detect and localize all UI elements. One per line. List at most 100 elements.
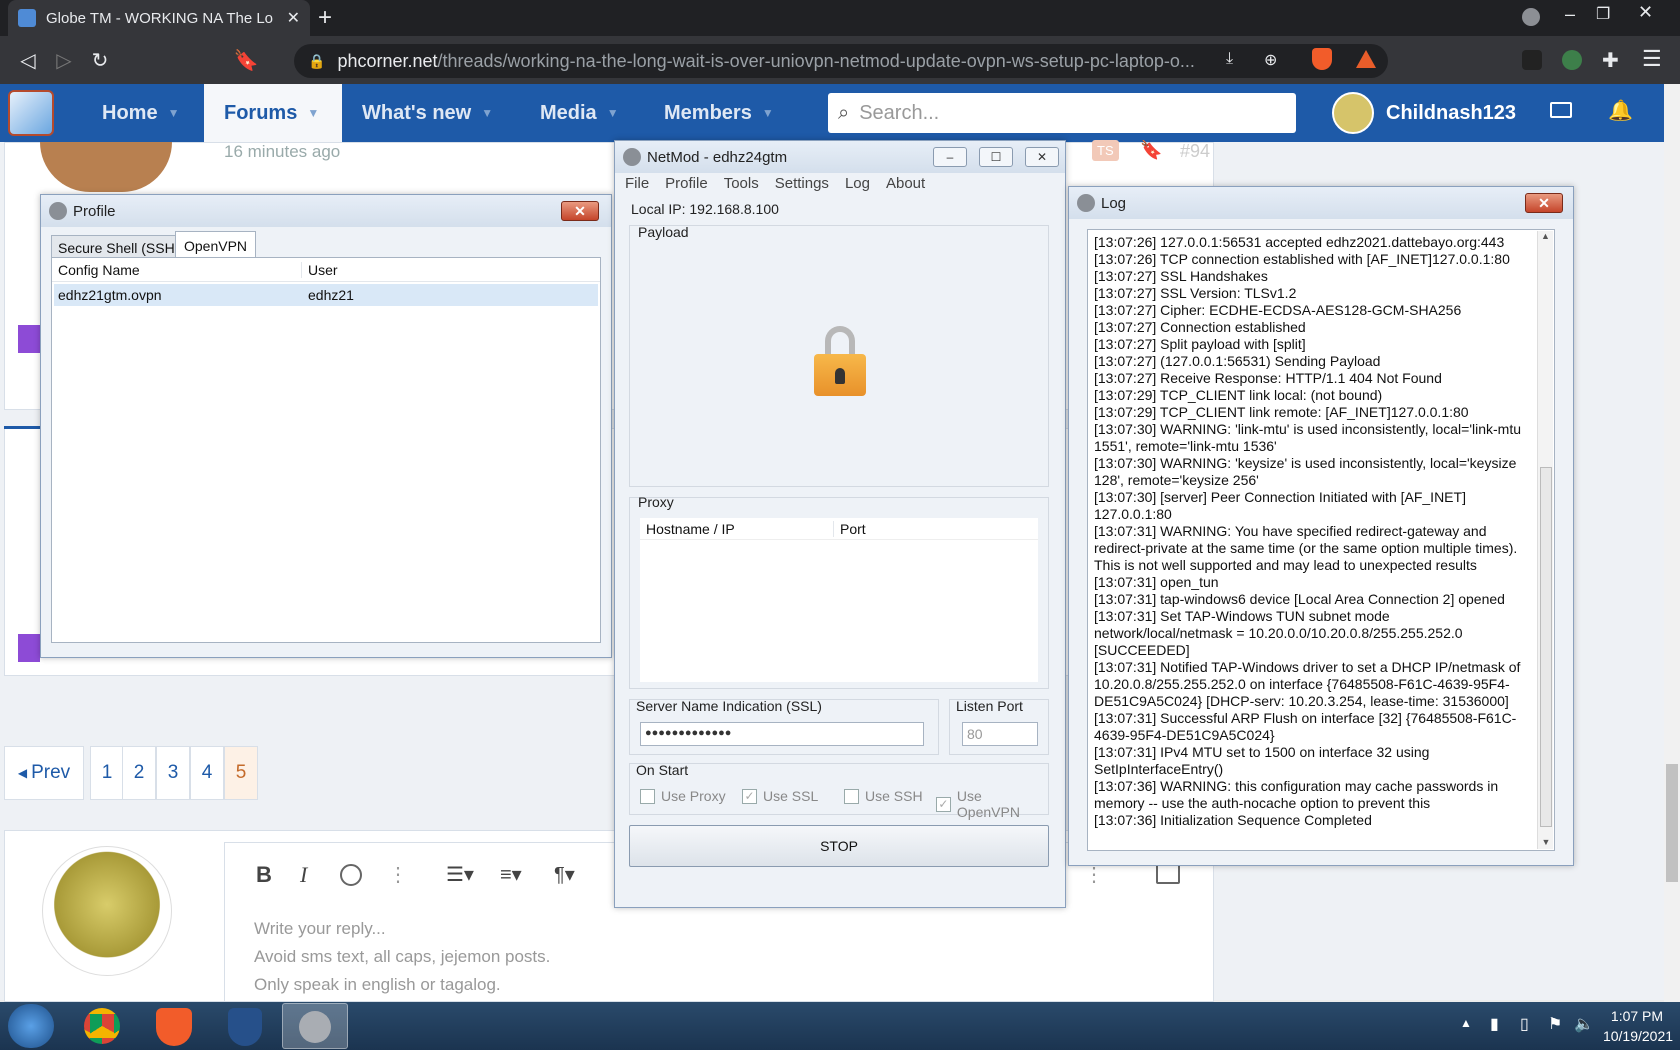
user-avatar[interactable] <box>1332 92 1374 134</box>
log-scrollbar[interactable]: ▲ ▼ <box>1537 231 1553 849</box>
start-button[interactable] <box>8 1004 54 1048</box>
close-window-icon[interactable]: ✕ <box>1638 2 1653 23</box>
nav-home[interactable]: Home ▼ <box>102 84 204 142</box>
tab-openvpn[interactable]: OpenVPN <box>175 231 257 260</box>
page-4[interactable]: 4 <box>190 746 224 800</box>
menu-tools[interactable]: Tools <box>724 175 759 193</box>
download-icon[interactable]: ⤓ <box>1226 50 1233 68</box>
back-icon[interactable]: ◁ <box>10 42 46 78</box>
chevron-down-icon[interactable]: ▼ <box>307 106 319 120</box>
brave-shield-icon[interactable] <box>1312 48 1332 70</box>
chevron-down-icon[interactable]: ▼ <box>168 106 180 120</box>
flag-icon[interactable]: ⚑ <box>1548 1014 1562 1034</box>
volume-icon[interactable]: 🔈 <box>1574 1014 1594 1034</box>
minimize-icon[interactable]: – <box>933 147 967 167</box>
search-input[interactable]: ⌕ Search... <box>828 93 1296 133</box>
pagination-prev[interactable]: ◀ Prev <box>4 746 84 800</box>
show-hidden-icons[interactable]: ▲ <box>1460 1016 1472 1030</box>
clock-date[interactable]: 10/19/2021 <box>1598 1028 1678 1044</box>
close-icon[interactable]: ✕ <box>1525 193 1563 213</box>
power-icon[interactable]: ▯ <box>1520 1014 1529 1034</box>
scroll-down-icon[interactable]: ▼ <box>1538 837 1554 847</box>
browser-menu-icon[interactable]: ☰ <box>1642 46 1662 72</box>
scroll-up-icon[interactable]: ▲ <box>1538 231 1553 241</box>
log-titlebar[interactable]: Log ✕ <box>1069 187 1573 219</box>
column-hostname[interactable]: Hostname / IP <box>640 520 834 537</box>
chevron-down-icon[interactable]: ▼ <box>481 106 493 120</box>
minimize-window-icon[interactable]: – <box>1565 4 1575 25</box>
menu-settings[interactable]: Settings <box>775 175 829 193</box>
network-icon[interactable]: ▮ <box>1490 1014 1499 1034</box>
page-3[interactable]: 3 <box>156 746 190 800</box>
inbox-icon[interactable] <box>1550 102 1572 118</box>
profile-titlebar[interactable]: Profile ✕ <box>41 195 611 227</box>
netmod-taskbar-button[interactable] <box>282 1003 348 1049</box>
restore-window-icon[interactable]: ❐ <box>1596 4 1610 24</box>
chrome-icon[interactable] <box>84 1008 120 1044</box>
log-line: SetIpInterfaceEntry() <box>1094 761 1224 777</box>
close-icon[interactable]: ✕ <box>561 201 599 221</box>
column-port[interactable]: Port <box>834 521 866 537</box>
tab-search-icon[interactable] <box>1522 8 1540 26</box>
bell-icon[interactable]: 🔔 <box>1608 98 1633 123</box>
menu-profile[interactable]: Profile <box>665 175 708 193</box>
new-tab-button[interactable]: + <box>318 4 332 32</box>
maximize-icon[interactable]: ☐ <box>979 147 1013 167</box>
extension-icon-1[interactable] <box>1522 50 1542 70</box>
close-tab-icon[interactable]: ✕ <box>287 8 300 28</box>
nav-whats-new[interactable]: What's new ▼ <box>362 84 522 142</box>
nav-members[interactable]: Members ▼ <box>664 84 804 142</box>
column-user[interactable]: User <box>302 262 338 278</box>
reload-icon[interactable]: ↻ <box>82 42 118 78</box>
bookmark-icon[interactable]: 🔖 <box>228 42 264 78</box>
vpn-shield-icon[interactable] <box>228 1008 262 1046</box>
log-text-area[interactable]: [13:07:26] 127.0.0.1:56531 accepted edhz… <box>1087 229 1555 851</box>
nav-forums[interactable]: Forums ▼ <box>204 84 342 142</box>
brave-rewards-icon[interactable] <box>1356 50 1376 68</box>
bookmark-post-icon[interactable]: 🔖 <box>1140 140 1162 161</box>
post-time[interactable]: 16 minutes ago <box>224 142 340 162</box>
post-number[interactable]: #94 <box>1180 141 1210 162</box>
menu-log[interactable]: Log <box>845 175 870 193</box>
page-scrollbar-thumb[interactable] <box>1666 764 1678 882</box>
table-row[interactable]: edhz21gtm.ovpn edhz21 <box>54 284 598 306</box>
menu-about[interactable]: About <box>886 175 925 193</box>
nav-media[interactable]: Media ▼ <box>540 84 640 142</box>
page-2[interactable]: 2 <box>122 746 156 800</box>
listen-port-input[interactable]: 80 <box>962 722 1038 746</box>
use-ssl-checkbox[interactable]: ✓ Use SSL <box>742 788 818 804</box>
use-openvpn-checkbox[interactable]: ✓ Use OpenVPN <box>936 788 1048 820</box>
page-1[interactable]: 1 <box>90 746 124 800</box>
close-icon[interactable]: ✕ <box>1025 147 1059 167</box>
extension-icon-2[interactable] <box>1562 50 1582 70</box>
browser-tab[interactable]: Globe TM - WORKING NA The Lo ✕ <box>8 0 310 36</box>
sni-input[interactable]: ●●●●●●●●●●●●● <box>640 722 924 746</box>
site-logo-icon[interactable] <box>8 90 54 136</box>
use-proxy-checkbox[interactable]: Use Proxy <box>640 788 726 804</box>
stop-button[interactable]: STOP <box>629 825 1049 867</box>
chevron-down-icon[interactable]: ▼ <box>607 106 619 120</box>
column-config-name[interactable]: Config Name <box>52 261 302 278</box>
color-palette-icon[interactable] <box>340 864 362 886</box>
proxy-table[interactable]: Hostname / IP Port <box>640 518 1038 682</box>
checkmark-icon: ✓ <box>936 796 951 812</box>
chevron-down-icon[interactable]: ▼ <box>762 106 774 120</box>
page-5-current[interactable]: 5 <box>224 746 258 800</box>
address-bar[interactable]: 🔒 phcorner.net/threads/working-na-the-lo… <box>294 44 1388 78</box>
username[interactable]: Childnash123 <box>1386 102 1516 125</box>
align-icon[interactable]: ≡▾ <box>500 862 522 887</box>
forward-icon[interactable]: ▷ <box>46 42 82 78</box>
extensions-puzzle-icon[interactable]: ✚ <box>1602 48 1619 73</box>
scroll-thumb[interactable] <box>1540 467 1552 827</box>
italic-icon[interactable]: I <box>300 862 307 888</box>
netmod-titlebar[interactable]: NetMod - edhz24gtm – ☐ ✕ <box>615 141 1065 173</box>
menu-file[interactable]: File <box>625 175 649 193</box>
bold-icon[interactable]: B <box>256 862 272 888</box>
more-options-icon[interactable]: ⋮ <box>388 862 408 887</box>
paragraph-icon[interactable]: ¶▾ <box>554 862 575 887</box>
clock-time[interactable]: 1:07 PM <box>1606 1008 1668 1024</box>
brave-icon[interactable] <box>156 1008 192 1046</box>
zoom-icon[interactable]: ⊕ <box>1264 50 1277 70</box>
use-ssh-checkbox[interactable]: Use SSH <box>844 788 923 804</box>
list-icon[interactable]: ☰▾ <box>446 862 474 887</box>
